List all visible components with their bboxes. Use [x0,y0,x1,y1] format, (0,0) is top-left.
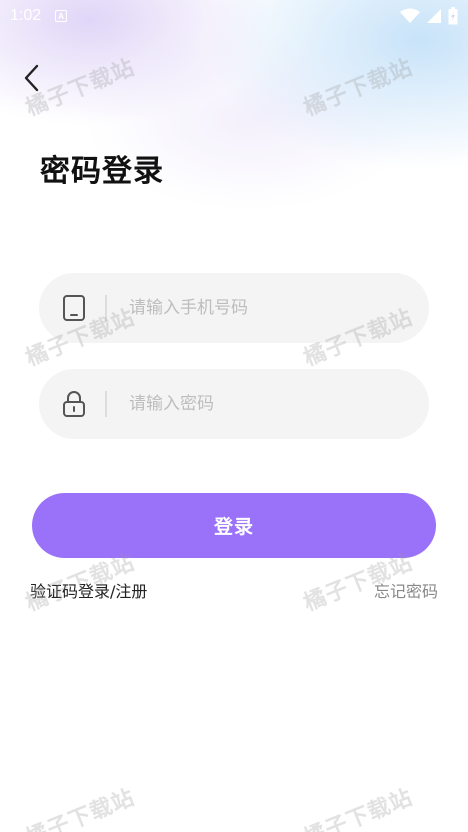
phone-field-container[interactable] [39,273,429,343]
header-gradient-background [0,0,468,260]
watermark: 橘子下载站 [300,785,417,832]
login-button[interactable]: 登录 [32,493,436,558]
page-title: 密码登录 [40,154,164,189]
status-bar: 1:02 A [0,0,468,32]
field-divider [105,295,107,321]
battery-icon [448,7,458,25]
field-divider [105,391,107,417]
phone-input[interactable] [129,288,399,328]
wifi-icon [400,8,420,23]
sms-login-register-link[interactable]: 验证码登录/注册 [30,578,147,602]
watermark: 橘子下载站 [22,785,139,832]
password-field-container[interactable] [39,369,429,439]
signal-icon [427,9,441,23]
status-indicators [400,7,458,25]
password-input[interactable] [129,384,399,424]
back-button[interactable] [18,62,44,94]
forgot-password-link[interactable]: 忘记密码 [374,578,438,602]
notification-icon: A [55,10,68,22]
chevron-left-icon [24,64,39,92]
lock-icon [39,369,101,439]
phone-icon [39,273,101,343]
status-time: 1:02 [10,7,42,24]
